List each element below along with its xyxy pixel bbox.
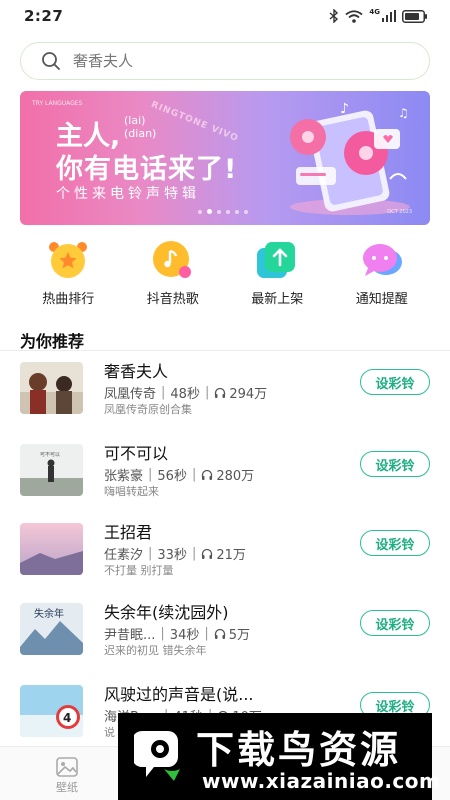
tab-label: 壁纸 <box>56 781 78 794</box>
headphone-icon <box>214 628 225 639</box>
svg-text:可不可以: 可不可以 <box>40 452 60 458</box>
alarm-clock-star-icon <box>49 242 88 278</box>
banner-title-line2: 你有电话来了! <box>56 154 238 185</box>
song-artist: 任素汐 <box>104 548 144 563</box>
song-album: 迟来的初见 错失余年 <box>104 644 207 657</box>
song-plays: 294万 <box>229 387 268 402</box>
banner-corner-text: OCT 2023 <box>387 209 412 215</box>
banner-pinyin: (lai) (dian) <box>124 114 156 140</box>
category-hot-chart[interactable]: 热曲排行 <box>23 240 113 307</box>
song-album: 凤凰传奇原创合集 <box>104 403 192 416</box>
music-note-icon <box>152 241 191 278</box>
search-icon <box>42 52 60 70</box>
banner-dot[interactable] <box>235 209 239 214</box>
banner-subtitle: 个性来电铃声特辑 <box>56 186 200 202</box>
song-artist: 张紫豪 <box>104 469 144 484</box>
category-row: 热曲排行 抖音热歌 最新上架 通知提醒 <box>0 240 450 307</box>
song-album: 嗨唱转起来 <box>104 485 159 498</box>
category-douyin-hits[interactable]: 抖音热歌 <box>128 240 218 307</box>
category-new-arrivals[interactable]: 最新上架 <box>232 240 322 307</box>
song-row[interactable]: 可不可以 可不可以 张紫豪 | 56秒 | 280万 嗨唱转起来 设彩铃 <box>0 444 450 516</box>
banner-dot[interactable] <box>226 209 230 214</box>
banner-pagination[interactable] <box>198 209 248 214</box>
category-label: 热曲排行 <box>42 292 95 307</box>
headphone-icon <box>202 548 213 559</box>
watermark-text: 下载鸟资源 <box>196 728 402 772</box>
banner-dot[interactable] <box>207 209 212 214</box>
section-divider <box>0 350 450 351</box>
song-artist: 尹昔眠... <box>104 628 156 643</box>
signal-icon <box>382 10 396 22</box>
status-bar: 2:27 4G <box>0 0 450 32</box>
search-input[interactable] <box>73 52 373 70</box>
banner-curved-text: RINGTONE VIVO <box>149 99 240 145</box>
song-duration: 33秒 <box>157 548 187 563</box>
song-row[interactable]: 奢香夫人 凤凰传奇 | 48秒 | 294万 凤凰传奇原创合集 设彩铃 <box>0 362 450 434</box>
song-artist: 凤凰传奇 <box>104 387 157 402</box>
tab-wallpaper[interactable]: 壁纸 <box>56 757 78 795</box>
banner-small-text: TRY LANGUAGES <box>32 100 83 107</box>
category-label: 最新上架 <box>251 292 304 307</box>
category-label: 通知提醒 <box>355 292 408 307</box>
song-meta: 凤凰传奇 | 48秒 | 294万 <box>104 385 268 402</box>
upload-arrow-icon <box>257 242 296 278</box>
song-title: 王招君 <box>104 523 153 542</box>
banner-dot[interactable] <box>198 209 202 214</box>
set-ringtone-button[interactable]: 设彩铃 <box>360 610 430 636</box>
status-time: 2:27 <box>24 7 64 25</box>
song-row[interactable]: 失余年 失余年(续沈园外) 尹昔眠... | 34秒 | 5万 迟来的初见 错失余年 … <box>0 603 450 675</box>
headphone-icon <box>215 387 226 398</box>
network-type: 4G <box>369 8 380 16</box>
song-cover[interactable]: 4 <box>20 685 83 737</box>
wifi-icon <box>345 9 363 23</box>
song-meta: 任素汐 | 33秒 | 21万 <box>104 546 246 563</box>
watermark-url: www.xiazainiao.com <box>202 769 441 793</box>
promo-banner[interactable]: TRY LANGUAGES RINGTONE VIVO 主人, (lai) (di… <box>20 91 430 225</box>
song-plays: 21万 <box>216 548 246 563</box>
banner-dot[interactable] <box>217 209 221 214</box>
song-row[interactable]: 王招君 任素汐 | 33秒 | 21万 不打量 别打量 设彩铃 <box>0 523 450 595</box>
song-meta: 尹昔眠... | 34秒 | 5万 <box>104 626 251 643</box>
song-duration: 56秒 <box>157 469 187 484</box>
svg-text:♪: ♪ <box>340 101 349 117</box>
bird-logo-icon <box>134 731 180 781</box>
phone-illustration-icon: ♪ ♫ <box>290 101 410 215</box>
search-bar[interactable] <box>20 42 430 80</box>
song-plays: 5万 <box>228 628 251 643</box>
bluetooth-icon <box>329 9 339 23</box>
song-cover[interactable]: 失余年 <box>20 603 83 655</box>
chat-bubble-icon <box>362 244 402 276</box>
svg-text:4: 4 <box>63 711 71 725</box>
song-meta: 张紫豪 | 56秒 | 280万 <box>104 467 255 484</box>
banner-pinyin-2: (dian) <box>124 127 157 140</box>
set-ringtone-button[interactable]: 设彩铃 <box>360 451 430 477</box>
song-title: 风驶过的声音是(说... <box>104 685 254 704</box>
song-title: 失余年(续沈园外) <box>104 603 229 622</box>
status-icons: 4G <box>329 8 428 23</box>
svg-text:♫: ♫ <box>398 106 409 120</box>
recommend-section-title: 为你推荐 <box>20 332 85 351</box>
song-cover[interactable] <box>20 362 83 414</box>
banner-dot[interactable] <box>244 209 248 214</box>
song-duration: 48秒 <box>170 387 200 402</box>
song-plays: 280万 <box>216 469 255 484</box>
picture-icon <box>56 757 78 777</box>
song-title: 可不可以 <box>104 444 169 463</box>
banner-pinyin-1: (lai) <box>124 114 146 127</box>
set-ringtone-button[interactable]: 设彩铃 <box>360 369 430 395</box>
set-ringtone-button[interactable]: 设彩铃 <box>360 530 430 556</box>
svg-text:失余年: 失余年 <box>34 607 64 620</box>
headphone-icon <box>202 469 213 480</box>
song-title: 奢香夫人 <box>104 362 169 381</box>
song-album: 说 <box>104 726 115 739</box>
song-album: 不打量 别打量 <box>104 564 174 577</box>
category-label: 抖音热歌 <box>146 292 199 307</box>
song-duration: 34秒 <box>169 628 200 643</box>
watermark: 下载鸟资源 www.xiazainiao.com <box>118 713 440 800</box>
song-cover[interactable] <box>20 523 83 575</box>
category-notifications[interactable]: 通知提醒 <box>337 240 427 307</box>
song-cover[interactable]: 可不可以 <box>20 444 83 496</box>
battery-icon <box>402 9 427 23</box>
